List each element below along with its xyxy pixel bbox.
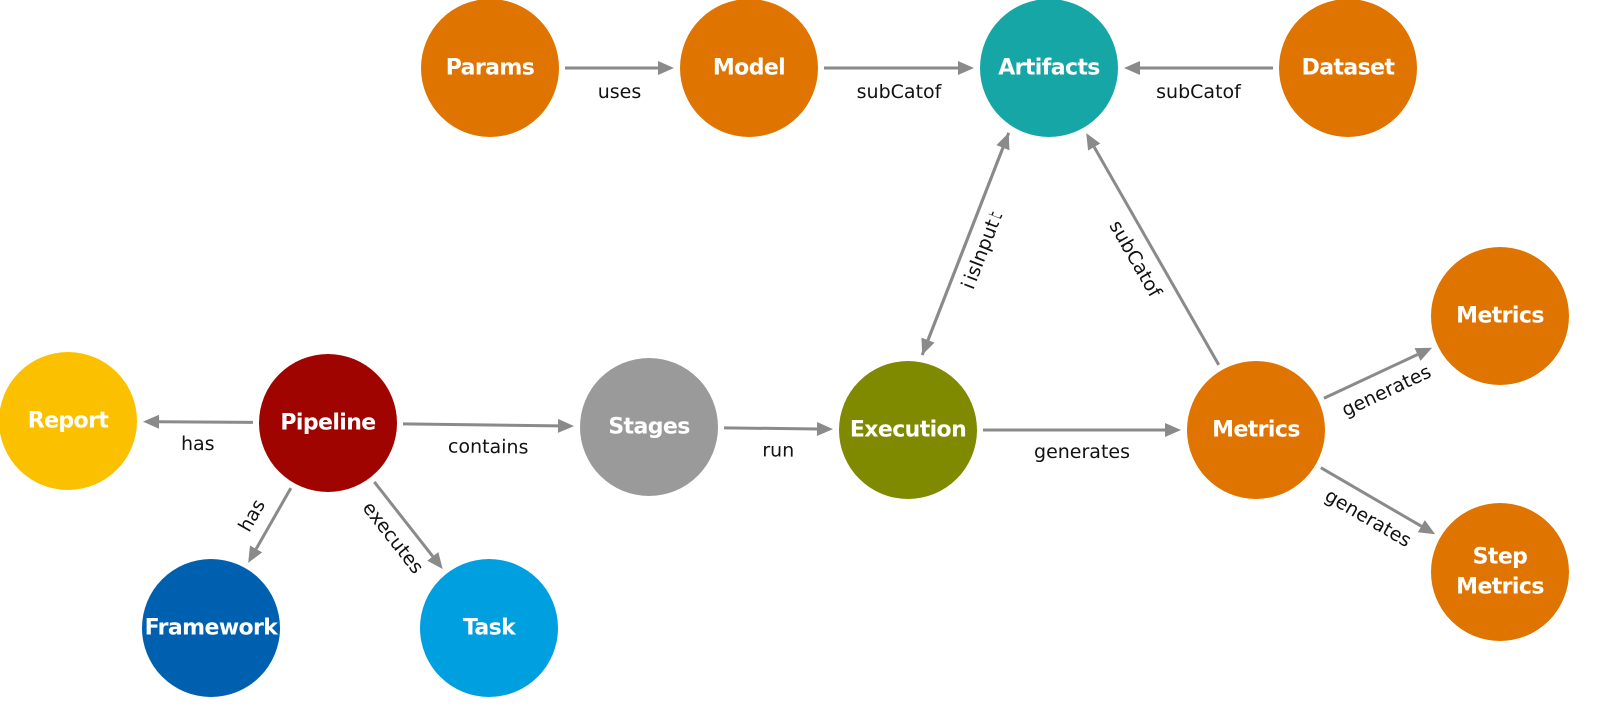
node-label: Step xyxy=(1473,545,1528,570)
edge-label: has xyxy=(181,433,215,455)
node-report[interactable]: Report xyxy=(0,352,137,490)
edge-label-group: subCatof xyxy=(852,79,947,105)
edge-label-group: has xyxy=(176,430,219,458)
edge-label-group: generates xyxy=(1030,439,1134,465)
edge-label: uses xyxy=(598,81,642,103)
edge-metrics-to-artifacts: subCatof xyxy=(1086,133,1221,366)
edge-pipeline-to-task: executes xyxy=(353,481,443,583)
edge-label: generates xyxy=(1034,441,1130,463)
edge-label-group: isInput xyxy=(956,212,1008,289)
node-artifacts[interactable]: Artifacts xyxy=(980,0,1118,137)
edge-metrics-to-metrics2: generates xyxy=(1323,347,1440,425)
edge-metrics-to-stepmetrics: generates xyxy=(1316,466,1436,556)
node-label: Task xyxy=(463,616,517,641)
arrowhead-icon xyxy=(921,337,935,356)
arrowhead-icon xyxy=(1165,423,1181,437)
arrowhead-icon xyxy=(658,61,674,75)
edge-stages-to-execution: run xyxy=(723,421,834,464)
node-label: Dataset xyxy=(1302,56,1396,81)
arrowhead-icon xyxy=(816,421,834,436)
edge-label: isInput xyxy=(960,216,1004,284)
edge-pipeline-to-framework: has xyxy=(230,487,293,563)
node-metrics2[interactable]: Metrics xyxy=(1431,247,1569,385)
node-model[interactable]: Model xyxy=(680,0,818,137)
node-params[interactable]: Params xyxy=(421,0,559,137)
node-label: Metrics xyxy=(1456,575,1544,600)
edge-pipeline-to-stages: contains xyxy=(402,418,575,461)
edge-line xyxy=(1092,146,1221,366)
arrowhead-icon xyxy=(1124,61,1140,75)
edge-model-to-artifacts: subCatof xyxy=(824,61,974,105)
edge-execution-to-metrics: generates xyxy=(983,423,1181,465)
edge-label-group: generates xyxy=(1316,480,1420,556)
node-metrics[interactable]: Metrics xyxy=(1187,361,1325,499)
node-label: Params xyxy=(446,56,535,81)
edges-layer: uses subCatof subCatof has contains run genera… xyxy=(142,61,1440,583)
edge-label-group: has xyxy=(230,491,274,541)
edge-artifacts-to-execution: isInput xyxy=(921,132,1011,356)
knowledge-graph-diagram: uses subCatof subCatof has contains run genera… xyxy=(0,0,1569,697)
edge-line xyxy=(402,422,559,428)
node-label: Execution xyxy=(850,418,966,443)
edge-pipeline-to-report: has xyxy=(142,414,254,458)
edge-label: subCatof xyxy=(1156,81,1242,103)
edge-label: run xyxy=(762,439,794,461)
node-label: Model xyxy=(713,56,785,81)
arrowhead-icon xyxy=(958,61,974,75)
edge-label-group: uses xyxy=(593,79,646,105)
node-label: Metrics xyxy=(1212,418,1300,443)
arrowhead-icon xyxy=(142,414,160,429)
edge-label: contains xyxy=(448,435,529,458)
arrowhead-icon xyxy=(557,418,575,433)
edge-label-group: contains xyxy=(443,433,533,461)
nodes-layer: Params Model Artifacts Dataset Report Pipelin… xyxy=(0,0,1569,697)
edge-line xyxy=(158,420,254,424)
node-label: Metrics xyxy=(1456,304,1544,329)
edge-params-to-model: uses xyxy=(565,61,674,105)
node-label: Stages xyxy=(608,415,690,440)
node-label: Report xyxy=(28,409,110,434)
node-stepmetrics[interactable]: Step Metrics xyxy=(1431,503,1569,641)
node-framework[interactable]: Framework xyxy=(142,559,280,697)
node-task[interactable]: Task xyxy=(420,559,558,697)
node-pipeline[interactable]: Pipeline xyxy=(259,354,397,492)
node-circle[interactable] xyxy=(1431,503,1569,641)
edge-line xyxy=(723,426,818,431)
node-dataset[interactable]: Dataset xyxy=(1279,0,1417,137)
edge-label: subCatof xyxy=(857,81,943,103)
node-label: Pipeline xyxy=(280,411,375,436)
edge-dataset-to-artifacts: subCatof xyxy=(1124,61,1273,105)
edge-label-group: subCatof xyxy=(1152,79,1247,105)
node-stages[interactable]: Stages xyxy=(580,358,718,496)
edge-label-group: run xyxy=(758,437,799,464)
node-label: Framework xyxy=(145,616,280,641)
node-label: Artifacts xyxy=(998,56,1100,81)
node-execution[interactable]: Execution xyxy=(839,361,977,499)
